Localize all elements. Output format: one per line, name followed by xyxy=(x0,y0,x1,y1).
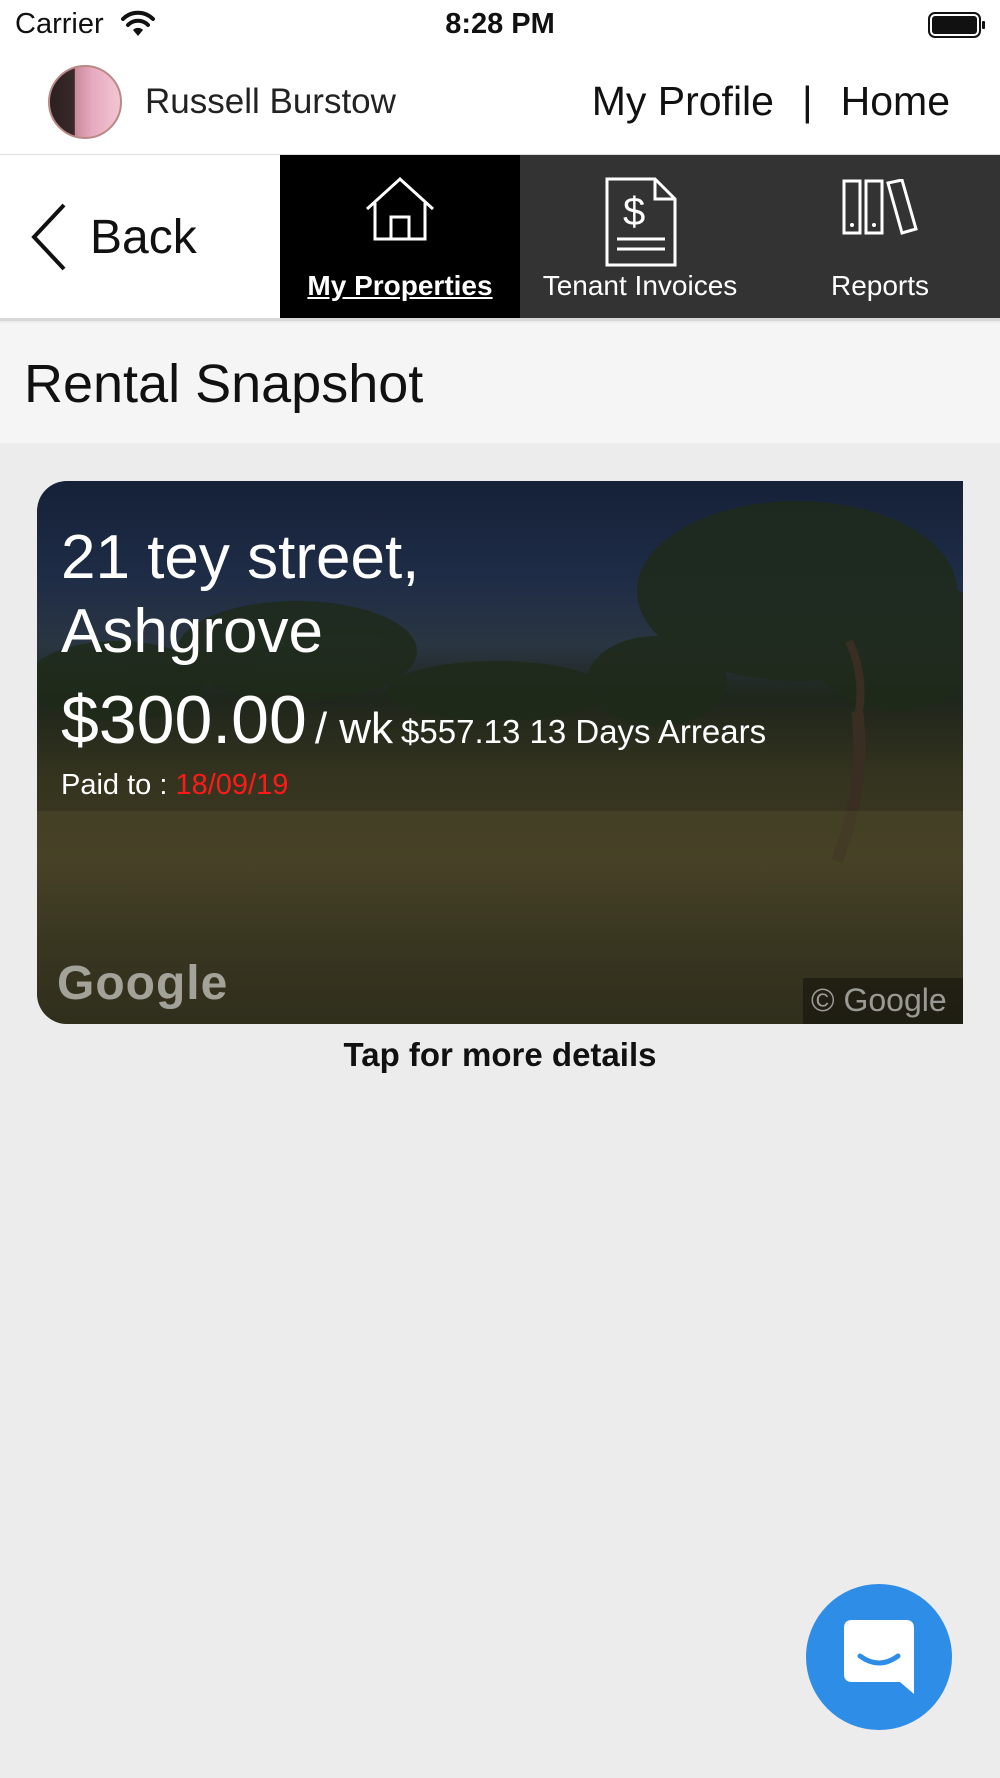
profile-header: Russell Burstow My Profile | Home xyxy=(0,52,1000,155)
battery-icon xyxy=(928,12,985,38)
books-icon xyxy=(842,179,918,235)
rent-period: / wk xyxy=(314,704,394,753)
avatar[interactable] xyxy=(48,65,122,139)
tab-bar: My Properties $ Tenant Invoices Reports xyxy=(280,155,1000,318)
paid-to-date: 18/09/19 xyxy=(175,769,289,801)
tab-label: My Properties xyxy=(307,270,493,301)
home-link[interactable]: Home xyxy=(841,78,950,125)
section-header: Rental Snapshot xyxy=(0,323,1000,443)
header-separator: | xyxy=(801,78,813,124)
invoice-icon: $ xyxy=(605,177,677,267)
paid-to-line: Paid to : 18/09/19 xyxy=(61,769,288,802)
house-icon xyxy=(365,176,435,241)
tab-label: Tenant Invoices xyxy=(542,270,738,301)
page-title: Rental Snapshot xyxy=(24,354,424,414)
tap-hint: Tap for more details xyxy=(343,1036,657,1073)
paid-to-label: Paid to : xyxy=(61,769,168,801)
my-profile-link[interactable]: My Profile xyxy=(592,78,774,125)
back-button[interactable]: Back xyxy=(28,197,197,277)
chat-button[interactable] xyxy=(806,1584,952,1730)
nav-row: Back My Properties $ Tenant Invoices Rep… xyxy=(0,155,1000,321)
tab-my-properties[interactable]: My Properties xyxy=(280,155,520,318)
tab-label: Reports xyxy=(830,270,930,301)
arrears-text: $557.13 13 Days Arrears xyxy=(401,713,767,750)
status-bar: Carrier 8:28 PM xyxy=(0,0,1000,52)
tab-reports[interactable]: Reports xyxy=(760,155,1000,318)
property-card[interactable]: 21 tey street, Ashgrove $300.00/ wk $557.… xyxy=(37,481,963,1024)
rent-line: $300.00/ wk $557.13 13 Days Arrears xyxy=(61,681,766,759)
back-label: Back xyxy=(90,210,197,264)
tab-tenant-invoices[interactable]: $ Tenant Invoices xyxy=(520,155,760,318)
property-address: 21 tey street, Ashgrove xyxy=(61,523,420,666)
svg-text:$: $ xyxy=(623,190,645,234)
google-watermark: Google xyxy=(57,957,229,1010)
chat-icon xyxy=(844,1620,914,1694)
clock: 8:28 PM xyxy=(445,8,555,40)
user-name: Russell Burstow xyxy=(145,82,396,121)
header-links: My Profile | Home xyxy=(592,78,950,125)
google-copyright: © Google xyxy=(803,978,963,1024)
rent-amount: $300.00 xyxy=(61,682,307,758)
chevron-left-icon xyxy=(31,203,66,271)
